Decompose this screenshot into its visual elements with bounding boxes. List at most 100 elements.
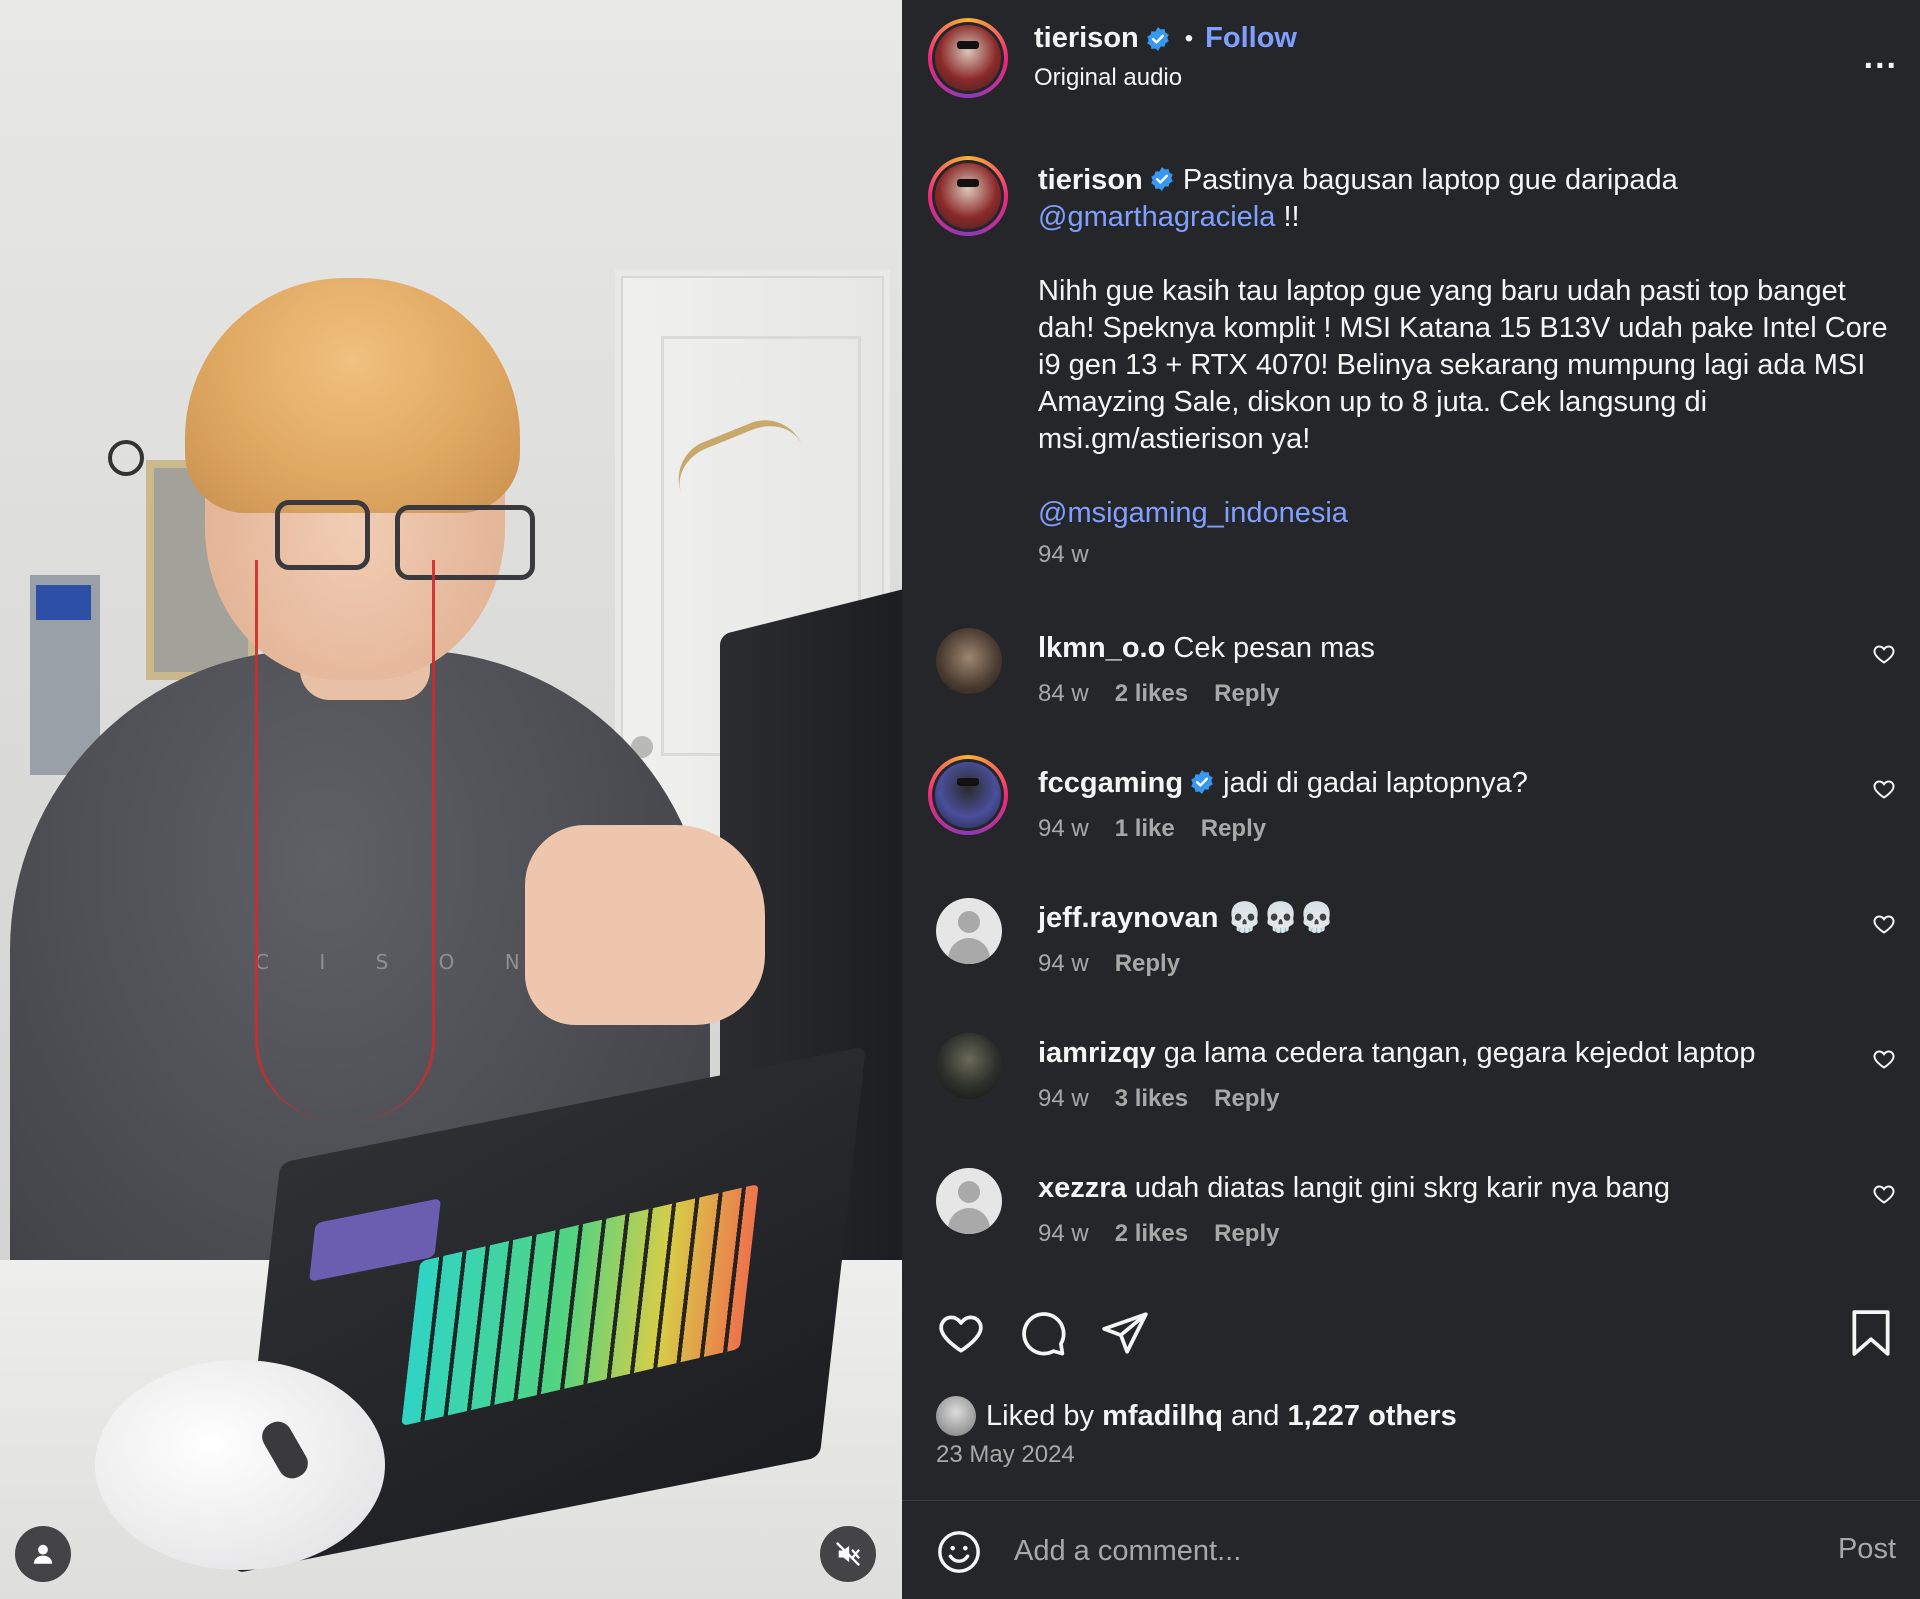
comment-text: fccgaming jadi di gadai laptopnya? — [1038, 765, 1528, 802]
reply-button[interactable]: Reply — [1115, 950, 1180, 978]
share-icon[interactable] — [1100, 1308, 1150, 1358]
reply-button[interactable]: Reply — [1214, 680, 1279, 708]
mute-button[interactable] — [820, 1526, 876, 1582]
liked-by-and: and — [1230, 1399, 1280, 1432]
author-avatar[interactable] — [928, 18, 1008, 98]
mention-msigaming-indonesia[interactable]: @msigaming_indonesia — [1038, 495, 1888, 532]
mention-gmarthagraciela[interactable]: @gmarthagraciela — [1038, 201, 1275, 233]
comment-likes[interactable]: 1 like — [1115, 815, 1175, 843]
comment-heart-icon[interactable] — [1872, 642, 1896, 666]
post-caption: tierison Pastinya bagusan laptop gue dar… — [1038, 162, 1888, 573]
comment-item: jeff.raynovan 💀💀💀 94 w Reply — [902, 898, 1920, 1020]
default-avatar-body — [948, 1208, 990, 1234]
comment-heart-icon[interactable] — [1872, 912, 1896, 936]
more-options-button[interactable]: ... — [1864, 38, 1898, 77]
avatar-image — [935, 25, 1001, 91]
default-avatar-head — [958, 911, 980, 933]
comment-body: jadi di gadai laptopnya? — [1223, 767, 1528, 799]
avatar-ring — [932, 160, 1004, 232]
post-comment-button[interactable]: Post — [1838, 1533, 1896, 1566]
caption-line-1: Pastinya bagusan laptop gue daripada — [1182, 164, 1678, 196]
comment-meta: 94 w 2 likes Reply — [1038, 1220, 1279, 1248]
post-date: 23 May 2024 — [936, 1441, 1075, 1468]
avatar-image — [935, 163, 1001, 229]
likes-count-link[interactable]: 1,227 others — [1287, 1400, 1456, 1433]
comment-composer: Post — [902, 1501, 1920, 1599]
earbud-wire — [255, 560, 435, 1120]
user-icon — [33, 1544, 53, 1564]
more-icon: ... — [1863, 38, 1898, 76]
comment-age: 94 w — [1038, 815, 1089, 842]
comment-body: 💀💀💀 — [1226, 902, 1335, 934]
comment-likes[interactable]: 3 likes — [1115, 1085, 1188, 1113]
post-header: tierison • Follow — [1034, 22, 1297, 55]
reply-button[interactable]: Reply — [1214, 1220, 1279, 1248]
commenter-username[interactable]: jeff.raynovan — [1038, 902, 1219, 934]
caption-timestamp: 94 w — [1038, 541, 1089, 568]
commenter-username[interactable]: fccgaming — [1038, 767, 1183, 799]
mute-icon — [836, 1542, 860, 1566]
verified-icon — [1151, 167, 1173, 191]
tagged-users-button[interactable] — [15, 1526, 71, 1582]
commenter-avatar[interactable] — [936, 628, 1002, 694]
commenter-avatar[interactable] — [936, 1168, 1002, 1234]
comment-likes[interactable]: 2 likes — [1115, 680, 1188, 708]
comment-meta: 94 w 1 like Reply — [1038, 815, 1266, 843]
caption-exclaim: !! — [1275, 201, 1300, 233]
like-heart-icon[interactable] — [936, 1308, 986, 1358]
comment-age: 94 w — [1038, 1220, 1089, 1247]
person-hand — [525, 825, 765, 1025]
avatar-image — [935, 762, 1001, 828]
comment-meta: 84 w 2 likes Reply — [1038, 680, 1279, 708]
wall-coil — [108, 440, 144, 476]
person-hair — [185, 278, 520, 513]
reply-button[interactable]: Reply — [1201, 815, 1266, 843]
comment-heart-icon[interactable] — [1872, 777, 1896, 801]
liked-by-prefix: Liked by — [986, 1399, 1095, 1432]
comment-item: lkmn_o.o Cek pesan mas 84 w 2 likes Repl… — [902, 628, 1920, 750]
comment-heart-icon[interactable] — [1872, 1182, 1896, 1206]
comment-icon[interactable] — [1018, 1308, 1068, 1358]
comment-text: iamrizqy ga lama cedera tangan, gegara k… — [1038, 1035, 1755, 1072]
verified-icon — [1191, 770, 1213, 794]
audio-link[interactable]: Original audio — [1034, 64, 1182, 92]
avatar-ring — [932, 759, 1004, 831]
emoji-icon[interactable] — [936, 1529, 982, 1575]
post-sidebar: tierison • Follow Original audio ... tie… — [902, 0, 1920, 1599]
comment-meta: 94 w Reply — [1038, 950, 1180, 978]
commenter-username[interactable]: xezzra — [1038, 1172, 1127, 1204]
header-separator: • — [1184, 24, 1194, 52]
comment-body: Cek pesan mas — [1173, 632, 1375, 664]
author-username[interactable]: tierison — [1034, 22, 1139, 55]
commenter-username[interactable]: lkmn_o.o — [1038, 632, 1165, 664]
comment-likes[interactable]: 2 likes — [1115, 1220, 1188, 1248]
comment-meta: 94 w 3 likes Reply — [1038, 1085, 1279, 1113]
commenter-avatar[interactable] — [936, 898, 1002, 964]
comment-heart-icon[interactable] — [1872, 1047, 1896, 1071]
comment-text: xezzra udah diatas langit gini skrg kari… — [1038, 1170, 1670, 1207]
comment-age: 94 w — [1038, 1085, 1089, 1112]
commenter-username[interactable]: iamrizqy — [1038, 1037, 1156, 1069]
reply-button[interactable]: Reply — [1214, 1085, 1279, 1113]
likes-summary: Liked by mfadilhq and 1,227 others — [936, 1396, 1457, 1436]
liker-username[interactable]: mfadilhq — [1102, 1400, 1223, 1433]
follow-button[interactable]: Follow — [1205, 22, 1297, 55]
comment-item: xezzra udah diatas langit gini skrg kari… — [902, 1168, 1920, 1290]
bookmark-icon[interactable] — [1848, 1308, 1894, 1358]
comment-age: 84 w — [1038, 680, 1089, 707]
commenter-avatar[interactable] — [936, 1033, 1002, 1099]
comment-age: 94 w — [1038, 950, 1089, 977]
liker-avatar[interactable] — [936, 1396, 976, 1436]
shelf-bin — [36, 585, 91, 620]
caption-author-avatar[interactable] — [928, 156, 1008, 236]
comment-item: iamrizqy ga lama cedera tangan, gegara k… — [902, 1033, 1920, 1155]
comment-input[interactable] — [1014, 1527, 1714, 1575]
mouse — [95, 1360, 385, 1570]
caption-author-username[interactable]: tierison — [1038, 164, 1143, 196]
reel-video[interactable]: C I S O N — [0, 0, 902, 1599]
comment-item: fccgaming jadi di gadai laptopnya? 94 w … — [902, 755, 1920, 885]
post-actions — [902, 1308, 1920, 1368]
caption-body: Nihh gue kasih tau laptop gue yang baru … — [1038, 275, 1888, 455]
commenter-avatar[interactable] — [928, 755, 1008, 835]
default-avatar-body — [948, 938, 990, 964]
